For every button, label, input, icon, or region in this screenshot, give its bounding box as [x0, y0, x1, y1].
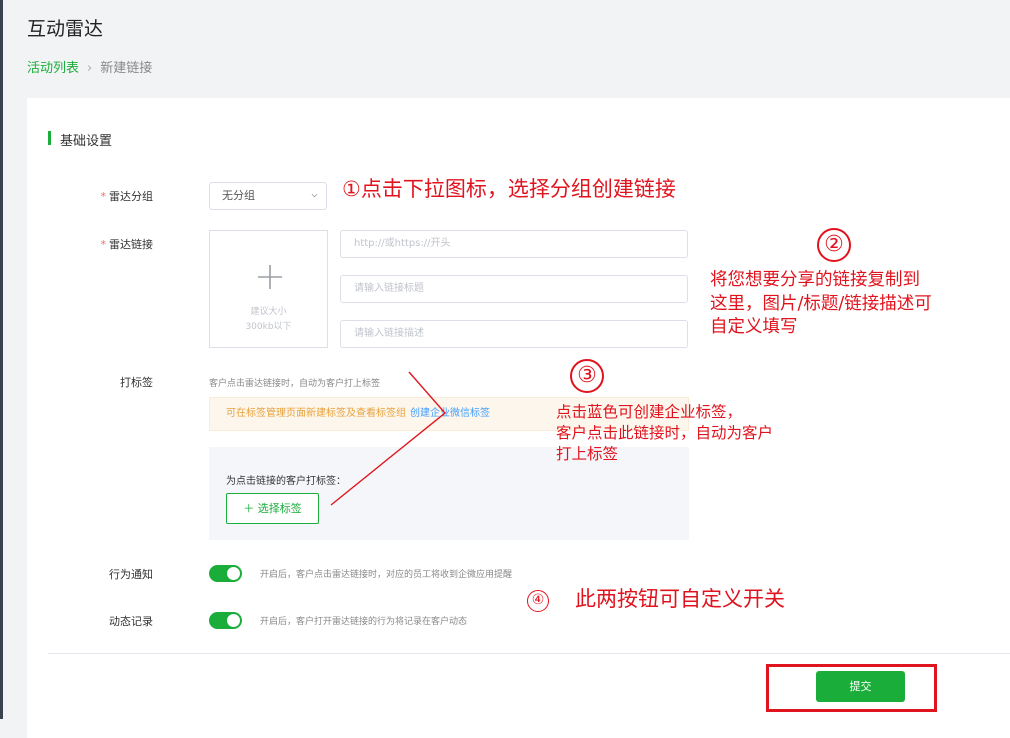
section-title: 基础设置: [60, 134, 113, 149]
breadcrumb: 活动列表 › 新建链接: [27, 57, 152, 76]
switch-knob: [227, 614, 240, 627]
annotation-1: ①点击下拉图标，选择分组创建链接: [342, 177, 676, 201]
plus-icon: [258, 265, 282, 289]
breadcrumb-current: 新建链接: [100, 61, 153, 76]
image-upload[interactable]: 建议大小 300kb以下: [209, 230, 328, 348]
submit-highlight-box: [766, 664, 937, 712]
behavior-notice-label: 行为通知: [109, 568, 153, 581]
annotation-3-number: ③: [570, 359, 604, 393]
app-sidebar-edge: [0, 0, 3, 719]
behavior-notice-desc: 开启后，客户点击雷达链接时，对应的员工将收到企微应用提醒: [260, 570, 513, 580]
section-accent-bar: [48, 131, 51, 145]
annotation-2-number: ②: [817, 228, 851, 262]
chevron-down-icon[interactable]: [311, 192, 318, 199]
annotation-3: 点击蓝色可创建企业标签， 客户点击此链接时，自动为客户 打上标签: [556, 403, 774, 463]
footer-divider: [48, 653, 1010, 654]
annotation-2: 将您想要分享的链接复制到 这里，图片/标题/链接描述可 自定义填写: [710, 270, 932, 338]
tagging-label: 打标签: [120, 376, 153, 389]
url-input[interactable]: http://或https://开头: [340, 230, 688, 258]
tag-notice-text: 可在标签管理页面新建标签及查看标签组: [226, 408, 406, 419]
activity-log-label: 动态记录: [109, 615, 153, 628]
upload-hint-limit: 300kb以下: [245, 322, 292, 332]
group-select-value: 无分组: [222, 189, 255, 202]
create-wecom-tag-link[interactable]: 创建企业微信标签: [410, 408, 490, 419]
breadcrumb-chevron-icon: ›: [87, 61, 93, 76]
page-title: 互动雷达: [27, 18, 104, 40]
tagging-tip: 客户点击雷达链接时，自动为客户打上标签: [209, 379, 381, 389]
breadcrumb-link-activity-list[interactable]: 活动列表: [27, 61, 79, 76]
switch-knob: [227, 567, 240, 580]
required-mark: *: [100, 238, 107, 251]
link-label: * 雷达链接: [100, 238, 154, 251]
annotation-4-number: ④: [527, 590, 549, 612]
activity-log-switch[interactable]: [209, 612, 242, 629]
required-mark: *: [100, 190, 107, 203]
select-tag-button[interactable]: ＋ 选择标签: [226, 493, 319, 524]
tag-panel-label: 为点击链接的客户打标签：: [226, 476, 346, 487]
behavior-notice-switch[interactable]: [209, 565, 242, 582]
link-title-input[interactable]: 请输入链接标题: [340, 275, 688, 303]
upload-hint-size: 建议大小: [250, 307, 287, 317]
activity-log-desc: 开启后，客户打开雷达链接的行为将记录在客户动态: [260, 617, 468, 627]
annotation-4: 此两按钮可自定义开关: [575, 587, 785, 611]
link-description-input[interactable]: 请输入链接描述: [340, 320, 688, 348]
group-select[interactable]: 无分组: [209, 182, 327, 210]
group-label: * 雷达分组: [100, 190, 154, 203]
